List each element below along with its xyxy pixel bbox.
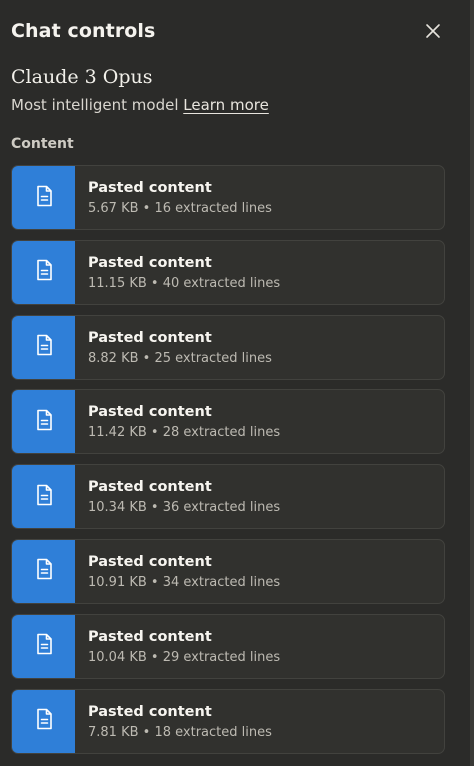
content-item[interactable]: Pasted content 10.34 KB • 36 extracted li… — [11, 464, 445, 530]
content-item-icon-tile — [12, 539, 75, 603]
document-icon — [34, 409, 54, 435]
content-item-meta: 11.42 KB • 28 extracted lines — [88, 425, 281, 441]
document-icon — [34, 334, 54, 360]
content-item-icon-tile — [12, 166, 75, 229]
content-item-meta: 10.34 KB • 36 extracted lines — [88, 500, 281, 516]
content-item-meta: 11.15 KB • 40 extracted lines — [88, 275, 281, 291]
content-item[interactable]: Pasted content 5.67 KB • 16 extracted lin… — [11, 165, 445, 230]
content-item-title: Pasted content — [88, 254, 212, 271]
content-item-title: Pasted content — [88, 479, 212, 496]
content-item-icon-tile — [12, 465, 75, 529]
content-section-label: Content — [11, 136, 74, 152]
document-icon — [34, 484, 54, 510]
document-icon — [34, 708, 54, 734]
content-item[interactable]: Pasted content 11.15 KB • 40 extracted li… — [11, 239, 445, 305]
content-item-icon-tile — [12, 240, 75, 304]
content-list: Pasted content 5.67 KB • 16 extracted lin… — [11, 165, 445, 763]
content-item-title: Pasted content — [88, 703, 212, 720]
scrollbar-track[interactable] — [470, 0, 474, 766]
document-icon — [34, 633, 54, 659]
content-item-meta: 5.67 KB • 16 extracted lines — [88, 201, 272, 216]
content-item-meta: 10.91 KB • 34 extracted lines — [88, 574, 281, 590]
content-item[interactable]: Pasted content 7.81 KB • 18 extracted lin… — [11, 688, 445, 754]
close-icon — [425, 23, 441, 43]
model-description: Most intelligent model Learn more — [11, 96, 269, 114]
content-item[interactable]: Pasted content 8.82 KB • 25 extracted lin… — [11, 314, 445, 380]
content-item-meta: 7.81 KB • 18 extracted lines — [88, 724, 272, 740]
content-item-icon-tile — [12, 614, 75, 678]
content-item-title: Pasted content — [88, 329, 212, 346]
model-name: Claude 3 Opus — [11, 66, 153, 88]
chat-controls-panel: Chat controls Claude 3 Opus Most intelli… — [0, 0, 470, 766]
document-icon — [34, 259, 54, 285]
content-item-title: Pasted content — [88, 404, 212, 421]
content-item[interactable]: Pasted content 10.04 KB • 29 extracted li… — [11, 613, 445, 679]
close-button[interactable] — [420, 20, 446, 46]
panel-title: Chat controls — [11, 20, 156, 42]
content-item-meta: 10.04 KB • 29 extracted lines — [88, 649, 281, 665]
model-description-text: Most intelligent model — [11, 96, 179, 114]
content-item-icon-tile — [12, 315, 75, 379]
content-item[interactable]: Pasted content 11.42 KB • 28 extracted li… — [11, 389, 445, 455]
content-item[interactable]: Pasted content 10.91 KB • 34 extracted li… — [11, 538, 445, 604]
content-item-title: Pasted content — [88, 180, 212, 196]
content-item-icon-tile — [12, 390, 75, 454]
content-item-icon-tile — [12, 689, 75, 753]
content-item-meta: 8.82 KB • 25 extracted lines — [88, 350, 272, 366]
content-item-title: Pasted content — [88, 553, 212, 570]
document-icon — [34, 185, 54, 211]
learn-more-link[interactable]: Learn more — [183, 96, 269, 114]
content-item-title: Pasted content — [88, 628, 212, 645]
document-icon — [34, 558, 54, 584]
